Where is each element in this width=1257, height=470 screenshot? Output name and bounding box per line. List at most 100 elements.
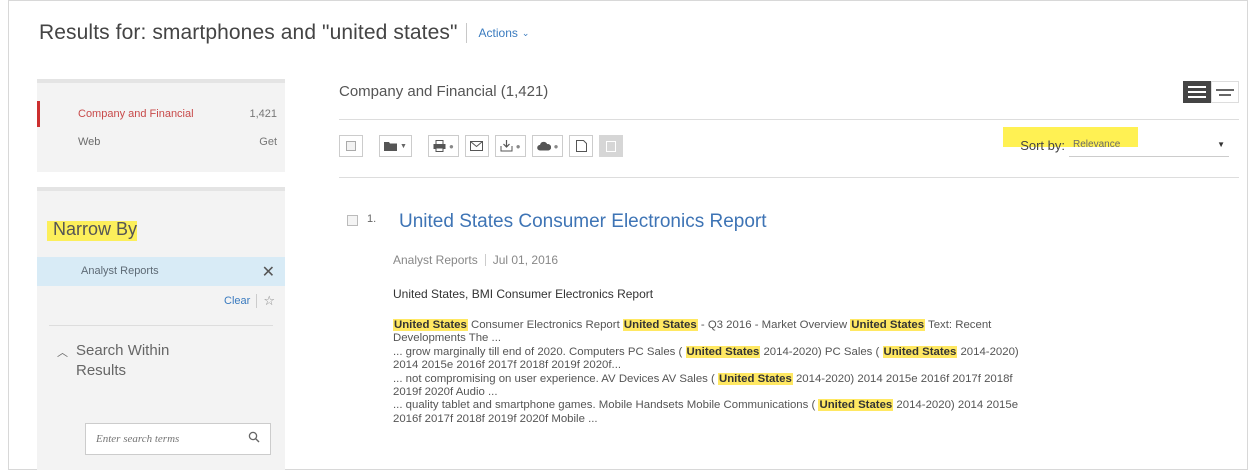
result-snippets: United States Consumer Electronics Repor…	[393, 319, 1193, 426]
highlighted-term: United States	[622, 319, 698, 331]
email-icon	[470, 141, 484, 151]
search-input[interactable]	[96, 433, 236, 445]
cloud-save-button[interactable]: ●	[531, 135, 564, 157]
snippet-text: 2014-2020)	[957, 345, 1019, 358]
narrow-by-title: Narrow By	[53, 219, 138, 239]
sort-label: Sort by:	[1020, 137, 1065, 153]
source-get-link[interactable]: Get	[259, 136, 277, 148]
result-title-link[interactable]: United States Consumer Electronics Repor…	[399, 211, 767, 233]
snippet-line: Developments The ...	[393, 332, 1193, 345]
left-sidebar: Company and Financial 1,421 Web Get Narr…	[37, 79, 285, 470]
caret-down-icon: ▼	[1217, 140, 1225, 149]
search-icon[interactable]	[248, 431, 260, 446]
actions-menu[interactable]: Actions ⌄	[479, 26, 530, 40]
highlighted-term: United States	[818, 399, 894, 412]
option-dot-icon: ●	[448, 141, 454, 151]
snippet-line: ... quality tablet and smartphone games.…	[393, 399, 1193, 412]
caret-down-icon: ▼	[400, 142, 407, 150]
clear-button[interactable]: Clear	[224, 295, 250, 307]
clear-row: Clear ☆	[224, 293, 275, 309]
source-item-company-financial[interactable]: Company and Financial 1,421	[37, 101, 285, 127]
result-date: Jul 01, 2016	[492, 253, 559, 267]
sort-value: Relevance	[1073, 139, 1121, 150]
snippet-line: 2014 2015e 2016f 2017f 2018f 2019f 2020f…	[393, 359, 1193, 372]
snippet-line: ... grow marginally till end of 2020. Co…	[393, 345, 1193, 359]
snippet-text: Consumer Electronics Report	[467, 319, 623, 331]
folder-icon	[384, 142, 397, 151]
search-within-title: Search Within Results	[76, 342, 170, 379]
divider	[484, 254, 486, 266]
result-number: 1.	[367, 213, 377, 225]
view-toggle	[1183, 81, 1239, 103]
narrow-by-panel: Narrow By Analyst Reports ✕ Clear ☆ ︿ Se…	[37, 187, 285, 470]
star-icon[interactable]: ☆	[263, 293, 275, 309]
source-count: 1,421	[249, 108, 277, 120]
print-button[interactable]: ●	[427, 135, 459, 157]
divider	[339, 177, 1239, 178]
result-meta: Analyst Reports Jul 01, 2016	[393, 253, 558, 267]
compact-view-button[interactable]	[1211, 81, 1239, 103]
snippet-text: 2016f 2017f 2018f 2019f 2020f Mobile ...	[393, 412, 598, 425]
snippet-line: 2019f 2020f Audio ...	[393, 386, 1193, 399]
result-type: Analyst Reports	[393, 253, 478, 267]
page-icon	[606, 140, 617, 152]
snippet-text: Text: Recent	[925, 319, 992, 331]
actions-label: Actions	[478, 26, 518, 40]
snippet-text: ... grow marginally till end of 2020. Co…	[393, 345, 686, 358]
snippet-text: 2014 2015e 2016f 2017f 2018f 2019f 2020f…	[393, 359, 622, 372]
search-within-field	[85, 423, 271, 455]
applied-facet: Analyst Reports ✕	[37, 257, 285, 286]
snippet-text: 2014-2020) 2014 2015e 2016f 2017f 2018f	[792, 372, 1013, 385]
snippet-text: ... quality tablet and smartphone games.…	[393, 399, 819, 412]
download-button[interactable]: ●	[494, 135, 526, 157]
snippet-line: 2016f 2017f 2018f 2019f 2020f Mobile ...	[393, 413, 1193, 426]
list-view-button[interactable]	[1183, 81, 1211, 103]
snippet-text: 2019f 2020f Audio ...	[393, 386, 498, 399]
source-item-web[interactable]: Web Get	[37, 129, 285, 155]
snippet-text: 2014-2020) PC Sales (	[760, 345, 883, 358]
download-icon	[500, 140, 513, 152]
snippet-text: Developments The ...	[393, 332, 502, 345]
results-section-title: Company and Financial (1,421)	[339, 83, 549, 100]
option-dot-icon: ●	[553, 141, 559, 151]
snippet-text: - Q3 2016 - Market Overview	[697, 319, 851, 331]
select-all-checkbox[interactable]	[339, 135, 363, 157]
snippet-text: ... not compromising on user experience.…	[393, 372, 718, 385]
snippet-line: ... not compromising on user experience.…	[393, 372, 1193, 386]
folder-menu-button[interactable]: ▼	[379, 135, 412, 157]
facet-label: Analyst Reports	[81, 265, 159, 277]
close-icon[interactable]: ✕	[262, 262, 275, 282]
source-list: Company and Financial 1,421 Web Get	[37, 79, 285, 172]
results-header: Results for: smartphones and "united sta…	[39, 21, 529, 45]
divider	[339, 119, 1239, 120]
app-frame: Results for: smartphones and "united sta…	[8, 0, 1248, 470]
result-subtitle: United States, BMI Consumer Electronics …	[393, 287, 654, 301]
results-title: Results for: smartphones and "united sta…	[39, 21, 458, 44]
snippet-line: United States Consumer Electronics Repor…	[393, 319, 1193, 332]
header-divider	[465, 23, 467, 43]
highlighted-term: United States	[718, 372, 793, 385]
source-label: Company and Financial	[78, 108, 194, 120]
highlighted-term: United States	[882, 345, 958, 358]
search-within-toggle[interactable]: ︿ Search Within Results	[57, 341, 206, 381]
result-checkbox[interactable]	[347, 215, 358, 226]
snippet-text: 2014-2020) 2014 2015e	[893, 399, 1019, 412]
sort-control: Sort by: Relevance ▼	[1020, 133, 1229, 157]
highlighted-term: United States	[393, 319, 468, 331]
email-button[interactable]	[464, 135, 489, 157]
disabled-action-button[interactable]	[599, 135, 624, 157]
document-icon	[575, 140, 587, 152]
sort-dropdown[interactable]: Relevance ▼	[1069, 133, 1229, 157]
chevron-down-icon: ⌄	[521, 27, 530, 38]
highlighted-term: United States	[685, 345, 761, 358]
chevron-up-icon: ︿	[57, 347, 68, 359]
cloud-icon	[536, 141, 551, 151]
option-dot-icon: ●	[515, 141, 521, 151]
source-label: Web	[78, 136, 101, 148]
highlighted-term: United States	[850, 319, 926, 331]
print-icon	[433, 140, 446, 152]
divider	[49, 325, 273, 326]
divider	[256, 294, 258, 308]
result-toolbar: ▼ ● ● ●	[339, 135, 624, 157]
copy-button[interactable]	[569, 135, 594, 157]
